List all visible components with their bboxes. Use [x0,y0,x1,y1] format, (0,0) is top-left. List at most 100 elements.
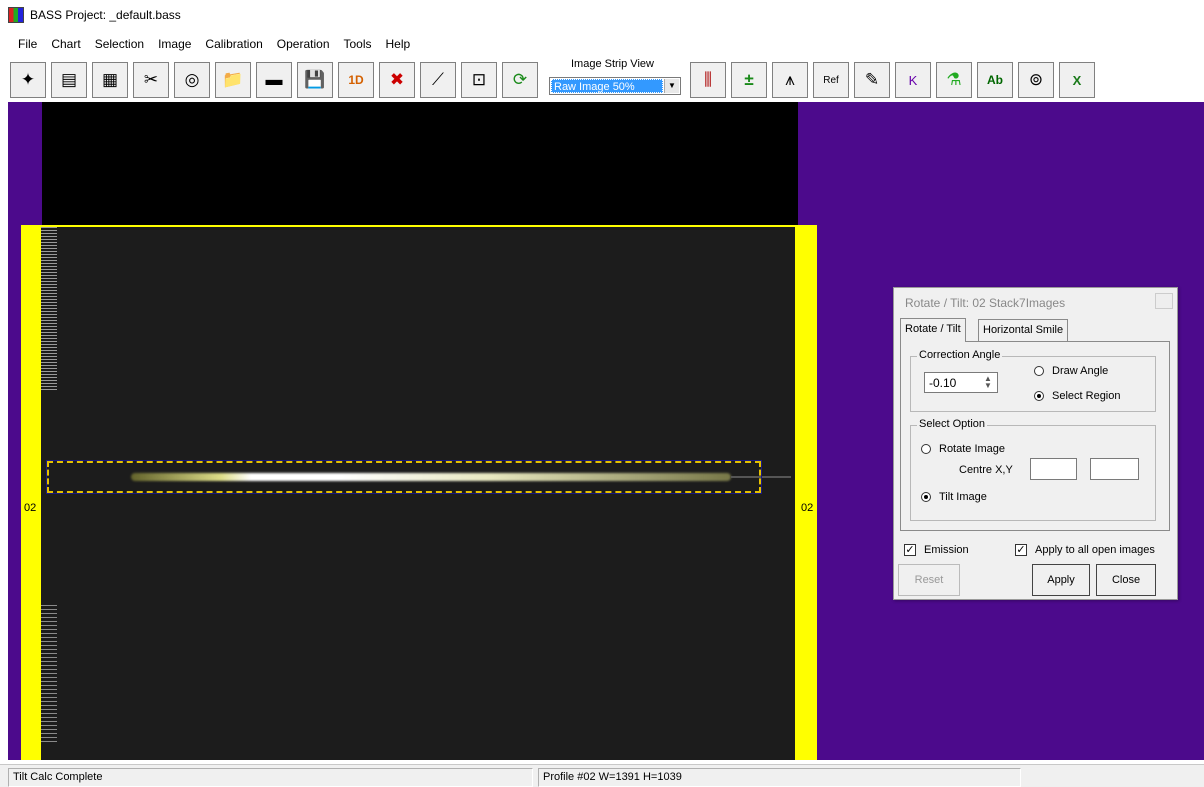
menu-file[interactable]: File [18,37,37,51]
toolbar-button[interactable]: ✂ [133,62,169,98]
menu-chart[interactable]: Chart [51,37,80,51]
emission-checkbox[interactable]: ✓ Emission [904,544,969,556]
button-label: Reset [914,574,944,586]
toolbar-button[interactable]: ⟳ [502,62,538,98]
radio-icon [921,444,931,454]
toolbar-button[interactable]: ⟋ [420,62,456,98]
checkbox-label: Apply to all open images [1035,544,1155,556]
menu-tools[interactable]: Tools [344,37,372,51]
right-profile-label: 02 [801,502,814,514]
label-ab-icon: Ab [987,73,1003,87]
line-tool-icon: ⟋ [432,70,444,89]
toolbar-button[interactable]: ✦ [10,62,46,98]
rotate-tilt-dialog: Rotate / Tilt: 02 Stack7Images Rotate / … [893,287,1178,600]
save-1d-icon: 1D [348,73,364,87]
title-bar: BASS Project: _default.bass [0,0,1204,30]
toolbar-button[interactable]: 📁 [215,62,251,98]
apply-all-checkbox[interactable]: ✓ Apply to all open images [1015,544,1155,556]
group-title: Select Option [917,418,988,430]
apply-button[interactable]: Apply [1032,564,1090,596]
toolbar-button[interactable]: ⊚ [1018,62,1054,98]
toolbar-button[interactable]: Ref [813,62,849,98]
toolbar-button[interactable]: 💾 [297,62,333,98]
select-region-radio[interactable]: Select Region [1034,390,1121,402]
angle-value: -0.10 [929,376,957,390]
toolbar-button[interactable]: ▦ [92,62,128,98]
angle-spinner[interactable]: -0.10 ▲ ▼ [924,372,998,393]
toolbar-button[interactable]: ± [731,62,767,98]
open-chart-icon: ▤ [60,70,78,89]
delete-icon: ✖ [389,70,405,89]
close-button[interactable]: Close [1096,564,1156,596]
menu-selection[interactable]: Selection [95,37,144,51]
status-bar: Tilt Calc Complete Profile #02 W=1391 H=… [0,764,1204,787]
checkmark-icon: ✓ [904,544,916,556]
radio-label: Draw Angle [1052,365,1109,377]
centre-label: Centre X,Y [959,464,1013,476]
refresh-icon: ⟳ [512,70,528,89]
save-chart-icon: ▦ [101,70,119,89]
tilt-image-radio[interactable]: Tilt Image [921,491,987,503]
status-profile-info: Profile #02 W=1391 H=1039 [538,768,1021,787]
toolbar-button[interactable]: ▬ [256,62,292,98]
toolbar-button[interactable]: ✎ [854,62,890,98]
centre-x-input[interactable] [1030,458,1077,480]
menu-operation[interactable]: Operation [277,37,330,51]
reference-chart-icon: Ref [823,74,839,86]
excel-export-icon: X [1072,72,1082,88]
centre-y-input[interactable] [1090,458,1139,480]
window-title: BASS Project: _default.bass [30,8,181,22]
toolbar-button[interactable]: ⫼ [690,62,726,98]
app-icon [8,7,24,23]
film-reel-icon: ⊚ [1028,70,1044,89]
toolbar-button[interactable]: ✖ [379,62,415,98]
row-marker-strip [41,227,57,392]
toolbar-button[interactable]: X [1059,62,1095,98]
menu-calibration[interactable]: Calibration [205,37,262,51]
draw-angle-radio[interactable]: Draw Angle [1034,365,1108,377]
radio-label: Rotate Image [939,443,1006,455]
button-label: Apply [1047,574,1075,586]
image-strip-select[interactable]: Raw Image 50% ▼ [549,77,681,95]
save-icon: 💾 [304,70,326,89]
toolbar-button[interactable]: ⩚ [772,62,808,98]
compass-icon: ⩚ [785,70,795,89]
toolbar-button[interactable]: K [895,62,931,98]
tab-rotate-tilt[interactable]: Rotate / Tilt [900,318,966,342]
radio-label: Select Region [1052,390,1121,402]
calibration-lines-icon: ⫼ [704,70,712,89]
edit-chart-icon: ✎ [864,70,880,89]
checkmark-icon: ✓ [1015,544,1027,556]
tab-horizontal-smile[interactable]: Horizontal Smile [978,319,1069,341]
toolbar-button[interactable]: ⚗ [936,62,972,98]
math-ops-icon: ± [744,70,754,89]
flask-icon: ⚗ [946,70,962,89]
tab-label: Rotate / Tilt [905,323,961,335]
menu-bar: File Chart Selection Image Calibration O… [0,33,424,55]
toolbar-button[interactable]: ▤ [51,62,87,98]
spectrum-image[interactable] [41,227,795,760]
menu-image[interactable]: Image [158,37,191,51]
rotate-image-radio[interactable]: Rotate Image [921,443,1005,455]
reset-button[interactable]: Reset [898,564,960,596]
radio-icon [1034,366,1044,376]
row-marker-strip [41,605,57,745]
dialog-title: Rotate / Tilt: 02 Stack7Images [905,296,1066,310]
dialog-close-button[interactable] [1155,293,1173,309]
film-strip-icon: ▬ [265,70,283,89]
image-header-area [42,102,798,225]
group-title: Correction Angle [917,349,1003,361]
menu-help[interactable]: Help [386,37,411,51]
radio-selected-icon [1034,391,1044,401]
open-folder-icon: 📁 [222,70,244,89]
toolbar-button[interactable]: 1D [338,62,374,98]
toolbar-button[interactable]: ◎ [174,62,210,98]
crop-icon: ⊡ [471,70,487,89]
radio-label: Tilt Image [939,491,987,503]
chevron-down-icon[interactable]: ▼ [664,79,679,93]
toolbar-button[interactable]: Ab [977,62,1013,98]
spinner-arrows-icon[interactable]: ▲ ▼ [981,375,995,390]
toolbar-button[interactable]: ⊡ [461,62,497,98]
button-label: Close [1111,574,1141,586]
selection-rectangle[interactable] [46,460,762,494]
